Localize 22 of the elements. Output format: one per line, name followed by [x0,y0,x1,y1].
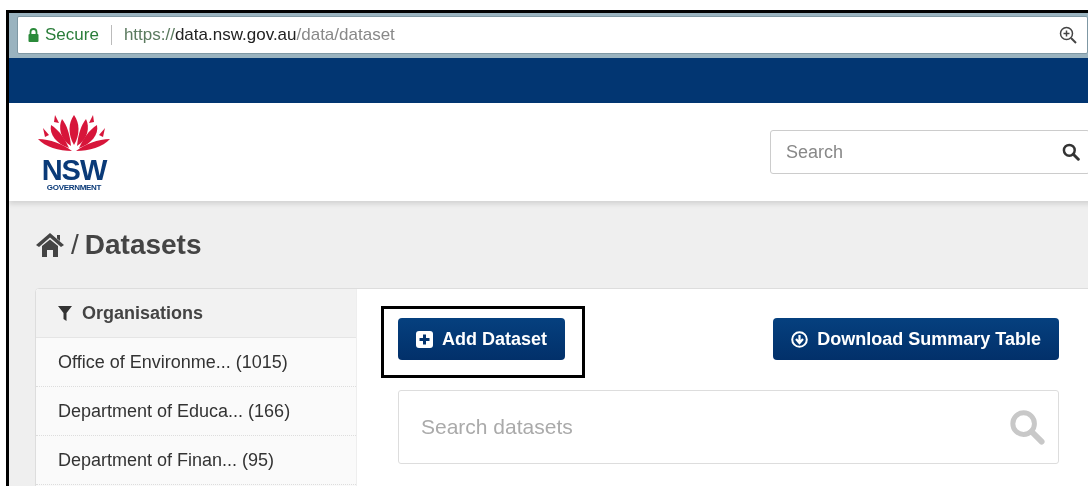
search-field[interactable]: Search [770,130,1088,174]
organisation-item[interactable]: Department of Finan... (95) [36,436,356,485]
organisation-item[interactable]: Department of Educa... (166) [36,387,356,436]
logo-subtitle: GOVERNMENT [46,182,102,192]
organisation-item[interactable]: Office of Environme... (1015) [36,338,356,387]
dataset-search-field[interactable]: Search datasets [398,390,1059,464]
lock-icon [28,28,39,42]
nsw-logo[interactable]: NSW GOVERNMENT [35,112,113,192]
download-circle-icon [791,330,809,348]
plus-square-icon [416,330,433,348]
download-summary-button[interactable]: Download Summary Table [773,318,1059,360]
logo-wordmark: NSW [41,156,107,183]
breadcrumb-separator: / [71,229,79,261]
filter-icon [58,305,72,321]
page-title: Datasets [84,229,202,261]
sidebar-title: Organisations [82,302,204,324]
search-icon[interactable] [1062,143,1080,161]
zoom-icon[interactable] [1059,26,1077,44]
security-label: Secure [45,25,99,45]
add-dataset-button[interactable]: Add Dataset [398,318,566,360]
address-url[interactable]: https://data.nsw.gov.au/data/dataset [123,25,395,45]
home-icon[interactable] [35,232,65,258]
